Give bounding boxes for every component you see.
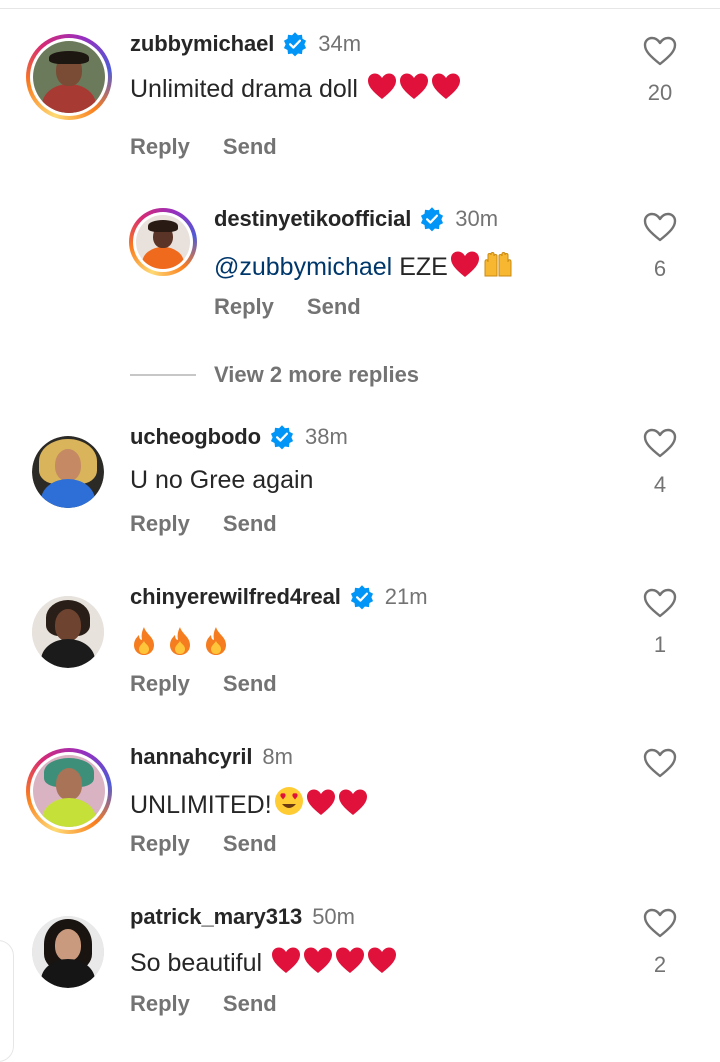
- comment-text: Unlimited drama doll: [130, 72, 461, 107]
- verified-badge-icon: [421, 207, 444, 232]
- comment-username[interactable]: hannahcyril: [130, 744, 252, 770]
- send-button[interactable]: Send: [223, 671, 277, 697]
- fire-emoji: [134, 627, 154, 655]
- red-heart-emoji: [431, 72, 461, 107]
- like-count: 2: [653, 952, 667, 977]
- verified-badge-icon: [270, 425, 294, 450]
- reply-button[interactable]: Reply: [130, 991, 190, 1017]
- reply-button[interactable]: Reply: [130, 134, 190, 160]
- heart-eyes-emoji: [274, 786, 304, 823]
- comment-text: @zubbymichael EZE: [214, 250, 514, 285]
- comment-username[interactable]: ucheogbodo: [130, 424, 261, 450]
- reply-button[interactable]: Reply: [214, 294, 274, 320]
- heart-outline-icon[interactable]: [643, 212, 677, 242]
- heart-outline-icon[interactable]: [643, 428, 677, 458]
- verified-badge-icon: [284, 32, 307, 57]
- comment-time: 34m: [318, 31, 362, 56]
- top-divider: [0, 8, 720, 9]
- avatar[interactable]: [26, 34, 112, 120]
- comment-time: 8m: [262, 744, 293, 769]
- red-heart-emoji: [338, 788, 368, 823]
- comment-time: 30m: [455, 206, 499, 231]
- comment-time: 21m: [384, 584, 428, 609]
- fire-emoji: [170, 627, 190, 655]
- view-more-label[interactable]: View 2 more replies: [214, 362, 419, 388]
- red-heart-emoji: [367, 946, 397, 981]
- avatar[interactable]: [32, 916, 104, 988]
- red-heart-emoji: [303, 946, 333, 981]
- comment-username[interactable]: destinyetikoofficial: [214, 206, 411, 232]
- view-more-divider: [130, 374, 196, 376]
- reply-button[interactable]: Reply: [130, 511, 190, 537]
- red-heart-emoji: [367, 72, 397, 107]
- comment-text: So beautiful: [130, 946, 397, 981]
- reply-button[interactable]: Reply: [130, 671, 190, 697]
- verified-badge-icon: [350, 585, 373, 610]
- avatar[interactable]: [32, 596, 104, 668]
- heart-outline-icon[interactable]: [643, 748, 677, 778]
- comment-text: U no Gree again: [130, 466, 314, 494]
- avatar[interactable]: [129, 208, 197, 276]
- red-heart-emoji: [335, 946, 365, 981]
- reply-button[interactable]: Reply: [130, 831, 190, 857]
- mention-link[interactable]: @zubbymichael: [214, 253, 392, 281]
- comment-text-body: So beautiful: [130, 949, 263, 977]
- red-heart-emoji: [399, 72, 429, 107]
- comment-time: 38m: [304, 424, 348, 449]
- red-heart-emoji: [271, 946, 301, 981]
- avatar[interactable]: [26, 748, 112, 834]
- comment-text-body: EZE: [399, 253, 448, 281]
- comment-time: 50m: [312, 904, 355, 929]
- fire-emoji: [206, 627, 226, 655]
- like-count: 4: [653, 472, 667, 497]
- comment-text: [130, 626, 230, 656]
- heart-outline-icon[interactable]: [643, 908, 677, 938]
- comment-text-body: Unlimited drama doll: [130, 75, 358, 103]
- heart-outline-icon[interactable]: [643, 36, 677, 66]
- send-button[interactable]: Send: [223, 134, 277, 160]
- view-more-replies[interactable]: View 2 more replies: [130, 362, 419, 388]
- send-button[interactable]: Send: [223, 511, 277, 537]
- like-count: 6: [653, 256, 667, 281]
- send-button[interactable]: Send: [307, 294, 361, 320]
- avatar[interactable]: [32, 436, 104, 508]
- comment-text: UNLIMITED!: [130, 786, 368, 823]
- comment-text-body: UNLIMITED!: [130, 791, 272, 819]
- raised-hands-emoji: [482, 250, 514, 285]
- red-heart-emoji: [450, 250, 480, 285]
- like-count: 20: [647, 80, 673, 105]
- send-button[interactable]: Send: [223, 991, 277, 1017]
- red-heart-emoji: [306, 788, 336, 823]
- heart-outline-icon[interactable]: [643, 588, 677, 618]
- send-button[interactable]: Send: [223, 831, 277, 857]
- comment-username[interactable]: zubbymichael: [130, 31, 274, 57]
- comment-username[interactable]: patrick_mary313: [130, 904, 302, 930]
- comment-username[interactable]: chinyerewilfred4real: [130, 584, 341, 610]
- like-count: 1: [653, 632, 667, 657]
